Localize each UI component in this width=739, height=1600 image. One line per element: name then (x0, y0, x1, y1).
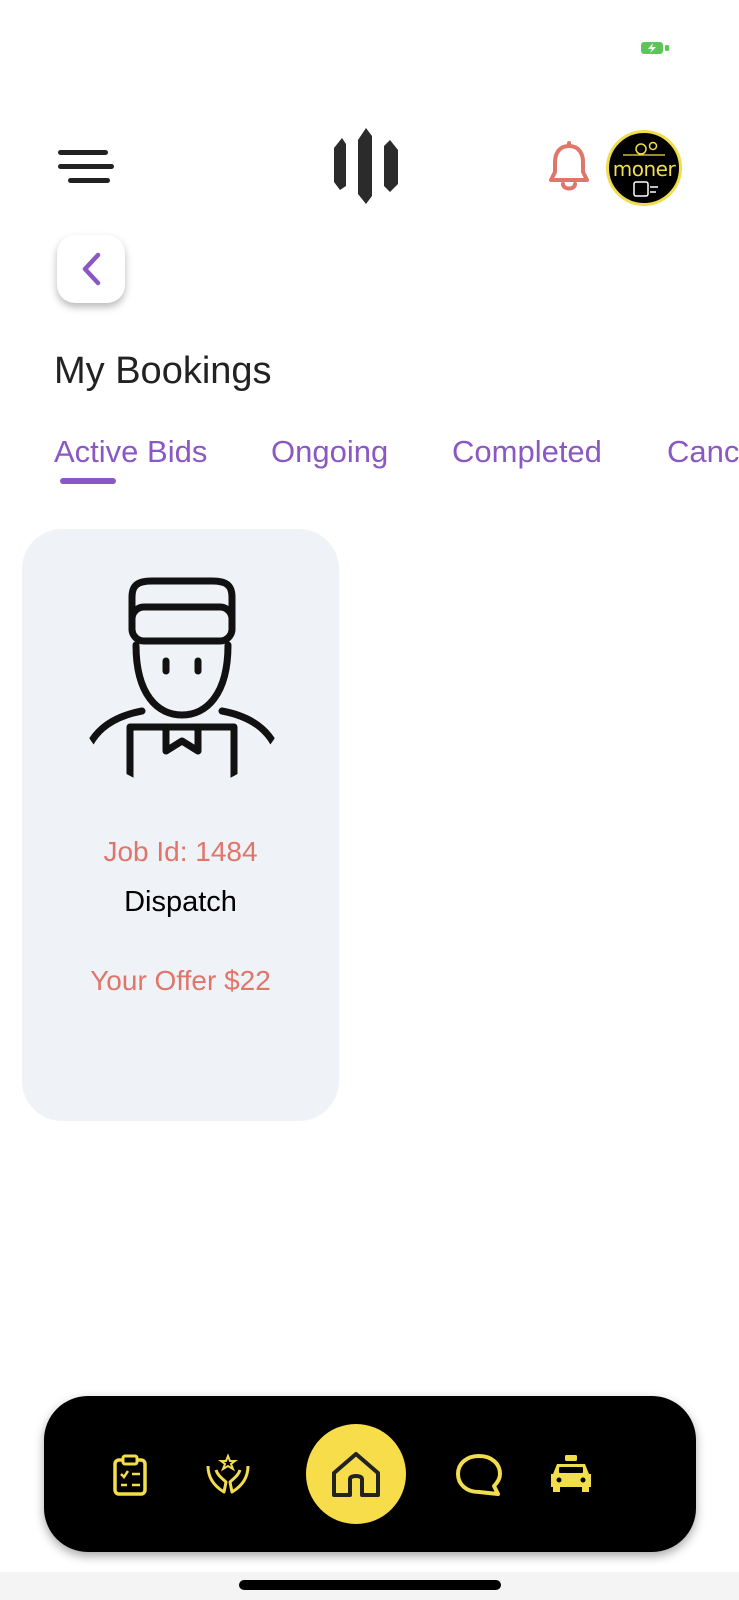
tab-cancelled[interactable]: Cancelled (667, 434, 739, 470)
offer-amount: Your Offer $22 (90, 965, 271, 996)
appliance-icon (633, 181, 658, 197)
app-logo (328, 124, 408, 208)
notification-bell-icon[interactable] (546, 140, 592, 194)
booking-card[interactable]: Job Id: 1484 Dispatch Your Offer $22 (22, 529, 339, 1121)
home-icon (332, 1452, 380, 1497)
tab-completed[interactable]: Completed (452, 434, 602, 470)
home-indicator[interactable] (239, 1580, 501, 1590)
tab-ongoing[interactable]: Ongoing (271, 434, 388, 470)
job-id: Job Id: 1484 (103, 836, 258, 867)
gear-icon (623, 141, 665, 156)
home-button[interactable] (306, 1424, 406, 1524)
booking-tabs: Active Bids Ongoing Completed Cancelled (54, 434, 739, 494)
job-type: Dispatch (124, 886, 237, 918)
chat-icon[interactable] (454, 1452, 504, 1503)
hands-star-icon[interactable] (204, 1452, 252, 1501)
clipboard-icon[interactable] (112, 1454, 148, 1501)
delivery-worker-icon (72, 577, 292, 789)
back-button[interactable] (57, 235, 125, 303)
menu-icon[interactable] (54, 140, 118, 190)
chevron-left-icon (82, 252, 101, 286)
avatar-text: moner (612, 157, 676, 181)
tab-active-bids[interactable]: Active Bids (54, 434, 207, 470)
bottom-nav (44, 1396, 696, 1552)
active-tab-indicator (60, 478, 116, 484)
taxi-icon[interactable] (548, 1454, 594, 1499)
battery-icon (640, 40, 672, 56)
page-title: My Bookings (54, 350, 272, 392)
user-avatar[interactable]: moner (606, 130, 682, 206)
